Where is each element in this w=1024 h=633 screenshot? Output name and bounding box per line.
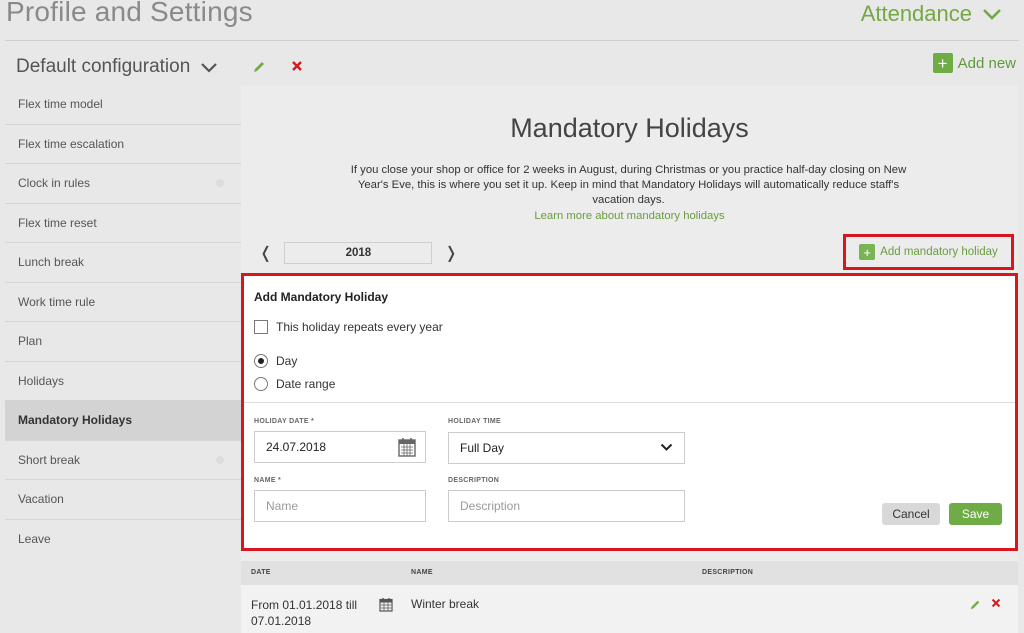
section-selector[interactable]: Attendance — [861, 1, 1002, 27]
name-placeholder: Name — [266, 499, 299, 513]
row-date: From 01.01.2018 till 07.01.2018 — [251, 598, 358, 628]
sidebar-item-flex-time-reset[interactable]: Flex time reset — [5, 204, 241, 243]
table-row: From 01.01.2018 till 07.01.2018 Winter b… — [241, 585, 1018, 633]
sidebar-item-label: Mandatory Holidays — [18, 413, 133, 428]
sidebar-item-label: Plan — [18, 334, 43, 349]
sidebar-item-short-break[interactable]: Short break — [5, 441, 241, 480]
column-name: NAME — [411, 569, 433, 576]
status-dot — [216, 455, 224, 464]
sidebar-item-clock-in-rules[interactable]: Clock in rules — [5, 164, 241, 204]
sidebar-item-label: Holidays — [18, 373, 65, 388]
header-divider — [5, 40, 1019, 41]
plus-icon: + — [859, 244, 876, 260]
learn-more-link[interactable]: Learn more about mandatory holidays — [241, 210, 1018, 222]
chevron-down-icon — [660, 443, 673, 451]
repeat-checkbox-row[interactable]: This holiday repeats every year — [254, 320, 443, 334]
holiday-date-field[interactable]: 24.07.2018 — [254, 431, 426, 463]
holiday-date-value: 24.07.2018 — [266, 440, 327, 454]
section-description: If you close your shop or office for 2 w… — [350, 164, 907, 206]
holiday-time-select[interactable]: Full Day — [448, 432, 685, 464]
add-mandatory-holiday-button[interactable]: + Add mandatory holiday — [843, 234, 1014, 270]
section-title: Mandatory Holidays — [510, 113, 749, 143]
cancel-button[interactable]: Cancel — [882, 503, 940, 525]
description-placeholder: Description — [460, 499, 521, 513]
sidebar-item-label: Flex time model — [18, 97, 103, 112]
radio-day[interactable] — [254, 354, 268, 368]
sidebar: Flex time model Flex time escalation Clo… — [5, 85, 241, 559]
main-panel: Mandatory Holidays If you close your sho… — [241, 85, 1018, 633]
repeat-checkbox[interactable] — [254, 320, 268, 334]
year-display: 2018 — [284, 242, 433, 264]
row-name: Winter break — [411, 597, 480, 611]
page-title: Profile and Settings — [6, 0, 253, 27]
delete-icon[interactable] — [290, 59, 304, 73]
sidebar-item-work-time-rule[interactable]: Work time rule — [5, 283, 241, 322]
calendar-icon — [379, 598, 393, 612]
sidebar-item-holidays[interactable]: Holidays — [5, 362, 241, 401]
chevron-right-icon[interactable]: ❭ — [444, 243, 457, 263]
sidebar-item-vacation[interactable]: Vacation — [5, 480, 241, 520]
save-button[interactable]: Save — [949, 503, 1002, 525]
repeat-label: This holiday repeats every year — [276, 320, 443, 334]
holiday-time-label: HOLIDAY TIME — [448, 418, 501, 425]
add-holiday-form: Add Mandatory Holiday This holiday repea… — [241, 273, 1018, 551]
sidebar-item-plan[interactable]: Plan — [5, 322, 241, 362]
radio-date-range-label: Date range — [276, 377, 336, 391]
sidebar-item-label: Leave — [18, 532, 51, 547]
name-label: NAME * — [254, 477, 282, 484]
configuration-label: Default configuration — [16, 56, 191, 77]
sidebar-item-label: Flex time reset — [18, 215, 97, 230]
column-description: DESCRIPTION — [702, 569, 754, 576]
sidebar-item-label: Short break — [18, 452, 81, 467]
chevron-down-icon — [201, 62, 218, 73]
radio-day-row[interactable]: Day — [254, 354, 297, 368]
column-date: DATE — [251, 569, 271, 576]
table-header: DATE NAME DESCRIPTION — [241, 561, 1018, 585]
sidebar-item-label: Vacation — [18, 492, 64, 507]
plus-icon: + — [932, 53, 953, 73]
chevron-down-icon — [983, 9, 1001, 20]
radio-date-range-row[interactable]: Date range — [254, 377, 335, 391]
sidebar-item-mandatory-holidays[interactable]: Mandatory Holidays — [5, 401, 241, 441]
chevron-left-icon[interactable]: ❬ — [259, 243, 272, 263]
sidebar-item-label: Flex time escalation — [18, 136, 125, 151]
sidebar-item-label: Work time rule — [18, 294, 96, 309]
sidebar-item-leave[interactable]: Leave — [5, 520, 241, 560]
holiday-date-label: HOLIDAY DATE * — [254, 418, 315, 425]
status-dot — [216, 179, 224, 188]
sidebar-item-flex-time-escalation[interactable]: Flex time escalation — [5, 125, 241, 164]
holiday-time-value: Full Day — [460, 441, 505, 455]
form-title: Add Mandatory Holiday — [254, 290, 389, 304]
description-input[interactable]: Description — [448, 490, 685, 522]
sidebar-item-flex-time-model[interactable]: Flex time model — [5, 85, 241, 125]
add-new-button[interactable]: + Add new — [932, 53, 1016, 73]
sidebar-item-label: Clock in rules — [18, 176, 91, 191]
add-new-label: Add new — [957, 54, 1016, 72]
edit-icon[interactable] — [252, 60, 266, 74]
delete-icon[interactable] — [990, 597, 1002, 609]
radio-day-label: Day — [276, 354, 298, 368]
sidebar-item-label: Lunch break — [18, 255, 85, 270]
form-divider — [244, 402, 1015, 403]
radio-date-range[interactable] — [254, 377, 268, 391]
sidebar-item-lunch-break[interactable]: Lunch break — [5, 243, 241, 283]
configuration-selector[interactable]: Default configuration — [16, 56, 218, 78]
name-input[interactable]: Name — [254, 490, 426, 522]
add-mandatory-holiday-label: Add mandatory holiday — [880, 246, 998, 258]
description-label: DESCRIPTION — [448, 477, 500, 484]
calendar-icon[interactable] — [398, 437, 416, 457]
year-navigator: ❬ 2018 ❭ — [259, 242, 458, 264]
edit-icon[interactable] — [969, 599, 981, 611]
section-selector-label: Attendance — [860, 1, 972, 26]
